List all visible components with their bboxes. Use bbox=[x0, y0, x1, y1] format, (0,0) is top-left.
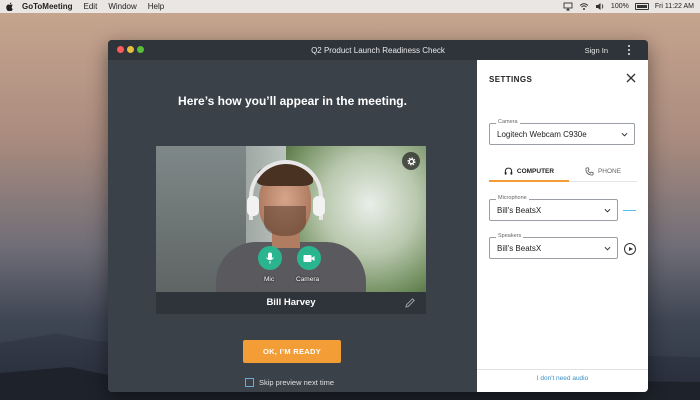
menu-bar: GoToMeeting Edit Window Help 100% Fri 11… bbox=[0, 0, 700, 13]
microphone-select[interactable]: Microphone Bill's BeatsX bbox=[489, 195, 618, 221]
gotomeeting-window: Q2 Product Launch Readiness Check Sign I… bbox=[108, 40, 648, 392]
tab-computer[interactable]: COMPUTER bbox=[489, 162, 569, 182]
wifi-icon[interactable] bbox=[579, 2, 589, 11]
battery-icon[interactable] bbox=[634, 3, 649, 10]
camera-select[interactable]: Camera Logitech Webcam C930e bbox=[489, 119, 635, 145]
tab-computer-label: COMPUTER bbox=[516, 167, 555, 175]
tab-phone-label: PHONE bbox=[597, 168, 622, 175]
screen-mirror-icon[interactable] bbox=[563, 2, 573, 11]
camera-select-value: Logitech Webcam C930e bbox=[497, 130, 587, 139]
menu-app-name[interactable]: GoToMeeting bbox=[22, 2, 73, 11]
webcam-preview: Mic Camera bbox=[156, 146, 426, 292]
chevron-down-icon bbox=[604, 246, 611, 251]
headset-icon bbox=[504, 167, 513, 175]
settings-footer-divider bbox=[477, 369, 648, 370]
apple-icon[interactable] bbox=[6, 2, 14, 11]
participant-name-bar: Bill Harvey bbox=[156, 292, 426, 314]
video-person-shirt bbox=[216, 242, 366, 292]
microphone-select-label: Microphone bbox=[496, 195, 529, 201]
camera-select-label: Camera bbox=[496, 119, 520, 125]
phone-icon bbox=[585, 167, 594, 176]
preview-headline: Here’s how you’ll appear in the meeting. bbox=[178, 94, 407, 108]
battery-percentage: 100% bbox=[610, 3, 629, 10]
tab-phone[interactable]: PHONE bbox=[569, 162, 637, 182]
headphones-left-cup bbox=[247, 196, 259, 216]
title-bar: Q2 Product Launch Readiness Check Sign I… bbox=[108, 40, 648, 60]
chevron-down-icon bbox=[621, 132, 628, 137]
volume-icon[interactable] bbox=[595, 2, 605, 11]
participant-name: Bill Harvey bbox=[266, 297, 316, 308]
microphone-level-meter bbox=[623, 210, 636, 211]
settings-panel: SETTINGS Camera Logitech Webcam C930e CO… bbox=[477, 60, 648, 392]
headphones-right-cup bbox=[313, 196, 325, 216]
menu-clock[interactable]: Fri 11:22 AM bbox=[655, 3, 694, 10]
no-audio-link[interactable]: I don't need audio bbox=[477, 375, 648, 382]
ok-im-ready-button[interactable]: OK, I’M READY bbox=[243, 340, 341, 363]
video-camera-icon bbox=[303, 254, 315, 262]
skip-preview-option: Skip preview next time bbox=[245, 378, 334, 387]
mic-label: Mic bbox=[264, 276, 275, 283]
video-settings-gear-icon[interactable] bbox=[402, 152, 420, 170]
audio-mode-tabs: COMPUTER PHONE bbox=[489, 162, 637, 182]
settings-title: SETTINGS bbox=[489, 75, 533, 84]
window-title: Q2 Product Launch Readiness Check bbox=[311, 46, 445, 55]
speakers-select-value: Bill's BeatsX bbox=[497, 244, 542, 253]
play-test-sound-icon[interactable] bbox=[624, 243, 636, 255]
edit-name-pencil-icon[interactable] bbox=[404, 297, 416, 309]
speakers-select[interactable]: Speakers Bill's BeatsX bbox=[489, 233, 618, 259]
more-options-icon[interactable] bbox=[626, 45, 632, 55]
camera-toggle-button[interactable] bbox=[297, 246, 321, 270]
microphone-select-value: Bill's BeatsX bbox=[497, 206, 542, 215]
skip-preview-checkbox[interactable] bbox=[245, 378, 254, 387]
menu-edit[interactable]: Edit bbox=[84, 2, 98, 11]
skip-preview-label[interactable]: Skip preview next time bbox=[259, 378, 334, 387]
camera-label: Camera bbox=[296, 276, 320, 283]
mic-toggle-button[interactable] bbox=[258, 246, 282, 270]
menu-window[interactable]: Window bbox=[108, 2, 136, 11]
microphone-icon bbox=[266, 252, 274, 264]
preview-panel: Here’s how you’ll appear in the meeting.… bbox=[108, 60, 477, 392]
close-settings-icon[interactable] bbox=[626, 73, 636, 83]
speakers-select-label: Speakers bbox=[496, 233, 524, 239]
sign-in-button[interactable]: Sign In bbox=[585, 46, 608, 55]
menu-help[interactable]: Help bbox=[148, 2, 164, 11]
chevron-down-icon bbox=[604, 208, 611, 213]
